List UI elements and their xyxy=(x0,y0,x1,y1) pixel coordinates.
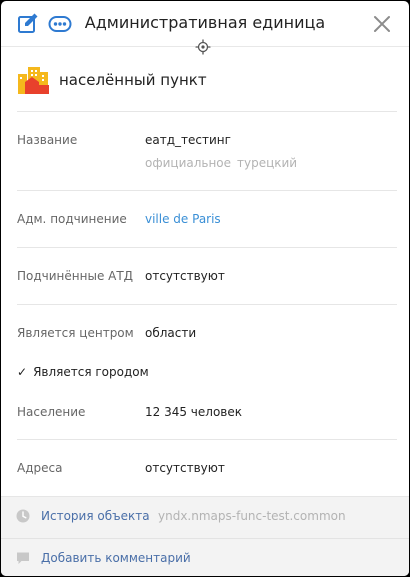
checkmark-icon: ✓ xyxy=(17,365,28,379)
close-icon[interactable] xyxy=(370,12,394,36)
name-type: официальное xyxy=(145,156,232,170)
center-of-value: области xyxy=(145,326,197,340)
population-value: 12 345 человек xyxy=(145,405,242,419)
add-comment-link[interactable]: Добавить комментарий xyxy=(41,551,191,565)
divider xyxy=(17,247,397,248)
is-city-label: Является городом xyxy=(33,365,149,379)
clock-icon xyxy=(16,509,30,523)
divider xyxy=(17,190,397,191)
object-type-label: населённый пункт xyxy=(59,71,207,89)
locate-center-icon[interactable] xyxy=(195,39,211,55)
is-city-flag: ✓ Является городом xyxy=(17,365,149,379)
center-of-label: Является центром xyxy=(17,326,134,340)
subordination-link[interactable]: ville de Paris xyxy=(145,212,221,226)
subordinates-label: Подчинённые АТД xyxy=(17,269,134,283)
panel-footer: История объекта yndx.nmaps-func-test.com… xyxy=(1,496,409,576)
comment-row[interactable]: Добавить комментарий xyxy=(1,538,409,576)
population-label: Население xyxy=(17,405,86,419)
city-buildings-icon xyxy=(18,67,49,94)
subordinates-value: отсутствуют xyxy=(145,269,225,283)
panel-title: Административная единица xyxy=(84,13,326,32)
history-link[interactable]: История объекта xyxy=(41,509,150,523)
divider xyxy=(17,111,397,112)
history-source: yndx.nmaps-func-test.common xyxy=(158,509,346,523)
name-language: турецкий xyxy=(237,156,298,170)
addresses-value: отсутствуют xyxy=(145,461,225,475)
addresses-label: Адреса xyxy=(17,461,63,475)
name-value: еатд_тестинг xyxy=(145,133,231,147)
comment-icon xyxy=(17,552,29,564)
divider xyxy=(17,304,397,305)
history-row[interactable]: История объекта yndx.nmaps-func-test.com… xyxy=(1,497,409,535)
object-type-row: населённый пункт xyxy=(1,57,409,111)
admin-unit-panel: Административная единица населённый пунк… xyxy=(1,1,409,576)
subordination-label: Адм. подчинение xyxy=(17,212,127,226)
name-label: Название xyxy=(17,133,78,147)
divider xyxy=(17,439,397,440)
